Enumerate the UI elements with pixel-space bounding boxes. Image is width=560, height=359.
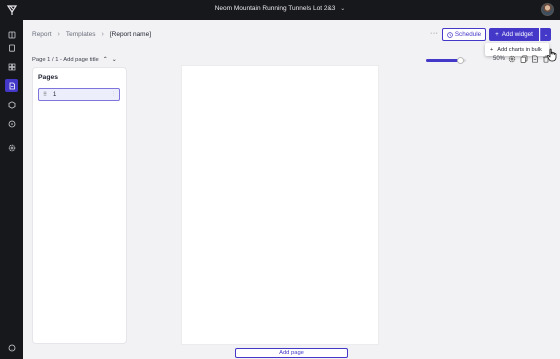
document-icon[interactable] <box>531 55 539 63</box>
chevron-right-icon: › <box>101 31 104 38</box>
add-page-button[interactable]: Add page <box>235 348 348 358</box>
project-title[interactable]: Neom Mountain Running Tunnels Lot 2&3 ⌄ <box>0 5 560 12</box>
breadcrumb: Report › Templates › [Report name] <box>32 31 151 38</box>
add-widget-label: Add widget <box>501 31 533 38</box>
chevron-right-icon: › <box>57 31 60 38</box>
plus-icon: + <box>490 46 494 53</box>
page-number: 1 <box>53 92 57 98</box>
pages-panel-title: Pages <box>38 74 59 81</box>
schedule-button[interactable]: Schedule <box>442 28 486 41</box>
plus-icon: + <box>495 31 499 38</box>
menu-item-add-charts-in-bulk[interactable]: Add charts in bulk <box>497 47 541 53</box>
chevron-up-icon[interactable]: ⌃ <box>103 56 108 63</box>
chevron-down-icon: ⌄ <box>340 6 346 12</box>
breadcrumb-item-templates[interactable]: Templates <box>66 31 96 38</box>
left-nav-rail <box>0 20 23 359</box>
chevron-down-icon: ⌄ <box>543 31 549 38</box>
chevron-down-icon[interactable]: ⌄ <box>112 56 117 63</box>
clock-icon <box>447 31 453 38</box>
schedule-label: Schedule <box>454 31 482 38</box>
project-title-text: Neom Mountain Running Tunnels Lot 2&3 <box>214 5 336 12</box>
zoom-slider-handle[interactable] <box>457 57 464 64</box>
zoom-level: 50% <box>493 56 506 62</box>
zoom-slider-fill <box>426 59 460 62</box>
help-icon[interactable] <box>5 341 18 354</box>
settings-icon[interactable] <box>5 141 18 154</box>
drag-handle-icon[interactable]: ⠿ <box>43 92 47 98</box>
grid-icon[interactable] <box>5 60 18 73</box>
top-bar: Neom Mountain Running Tunnels Lot 2&3 ⌄ <box>0 0 560 20</box>
report-icon[interactable] <box>5 79 18 92</box>
breadcrumb-item-current: [Report name] <box>109 31 152 38</box>
compass-icon[interactable] <box>5 117 18 130</box>
page-title-bar: Page 1 / 1 - Add page title ⌃ ⌄ <box>32 56 117 64</box>
add-widget-menu: + Add charts in bulk <box>485 43 549 56</box>
page-title-label[interactable]: Page 1 / 1 - Add page title <box>32 57 99 63</box>
report-page-canvas[interactable] <box>182 66 378 344</box>
trash-icon[interactable] <box>542 55 550 63</box>
add-widget-dropdown-toggle[interactable]: ⌄ <box>540 28 551 41</box>
more-options-button[interactable]: ··· <box>430 30 439 37</box>
page-menu-icon[interactable]: ⋮ <box>111 91 116 97</box>
book-icon[interactable] <box>5 28 18 41</box>
page-list-item[interactable]: ⠿ 1 ⋮ <box>38 88 120 101</box>
pages-panel: Pages ⠿ 1 ⋮ <box>33 68 126 343</box>
zoom-slider[interactable] <box>426 57 466 64</box>
copy-icon[interactable] <box>520 55 528 63</box>
add-widget-button[interactable]: + Add widget <box>489 28 539 41</box>
cube-icon[interactable] <box>5 98 18 111</box>
gear-icon[interactable] <box>508 55 516 63</box>
breadcrumb-item-report[interactable]: Report <box>32 31 52 38</box>
clipboard-icon[interactable] <box>5 41 18 54</box>
avatar[interactable] <box>541 3 554 16</box>
